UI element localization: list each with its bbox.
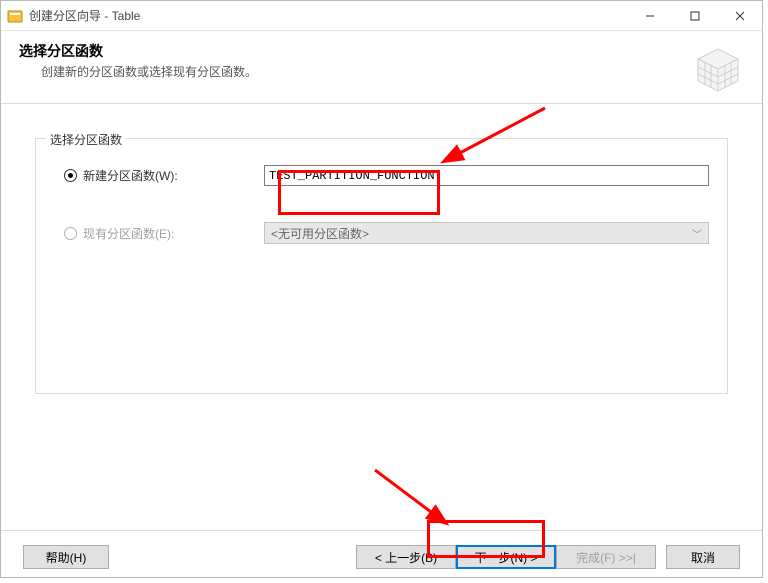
radio-unchecked-icon	[64, 227, 77, 240]
chevron-down-icon: ﹀	[692, 226, 702, 241]
existing-partition-row: 现有分区函数(E): <无可用分区函数> ﹀	[54, 222, 709, 244]
maximize-button[interactable]	[672, 1, 717, 31]
partition-function-group: 选择分区函数 新建分区函数(W): 现有分区函数(E): <无可用分区函数> ﹀	[35, 138, 728, 394]
back-button[interactable]: < 上一步(B)	[356, 545, 456, 569]
new-partition-label: 新建分区函数(W):	[83, 167, 178, 184]
finish-button: 完成(F) >>|	[556, 545, 656, 569]
radio-checked-icon	[64, 169, 77, 182]
new-partition-radio[interactable]: 新建分区函数(W):	[54, 167, 264, 184]
wizard-header: 选择分区函数 创建新的分区函数或选择现有分区函数。	[1, 31, 762, 104]
wizard-cube-icon	[690, 41, 746, 97]
app-icon	[7, 8, 23, 24]
minimize-button[interactable]	[627, 1, 672, 31]
new-partition-name-input[interactable]	[264, 165, 709, 186]
wizard-footer: 帮助(H) < 上一步(B) 下一步(N) > 完成(F) >>| 取消	[1, 530, 762, 583]
next-button[interactable]: 下一步(N) >	[456, 545, 556, 569]
dialog-window: 创建分区向导 - Table 选择分区函数 创建新的分区函数或选择现有分区函数。	[0, 0, 763, 578]
titlebar[interactable]: 创建分区向导 - Table	[1, 1, 762, 31]
group-title: 选择分区函数	[46, 131, 126, 148]
existing-partition-select: <无可用分区函数> ﹀	[264, 222, 709, 244]
wizard-content: 选择分区函数 新建分区函数(W): 现有分区函数(E): <无可用分区函数> ﹀	[1, 104, 762, 530]
select-placeholder: <无可用分区函数>	[271, 225, 369, 242]
new-partition-row: 新建分区函数(W):	[54, 165, 709, 186]
cancel-button[interactable]: 取消	[666, 545, 740, 569]
close-button[interactable]	[717, 1, 762, 31]
existing-partition-label: 现有分区函数(E):	[83, 225, 174, 242]
page-title: 选择分区函数	[19, 41, 690, 61]
existing-partition-radio: 现有分区函数(E):	[54, 225, 264, 242]
window-title: 创建分区向导 - Table	[29, 7, 140, 24]
page-subtitle: 创建新的分区函数或选择现有分区函数。	[41, 63, 690, 80]
nav-button-group: < 上一步(B) 下一步(N) > 完成(F) >>|	[356, 545, 656, 569]
help-button[interactable]: 帮助(H)	[23, 545, 109, 569]
